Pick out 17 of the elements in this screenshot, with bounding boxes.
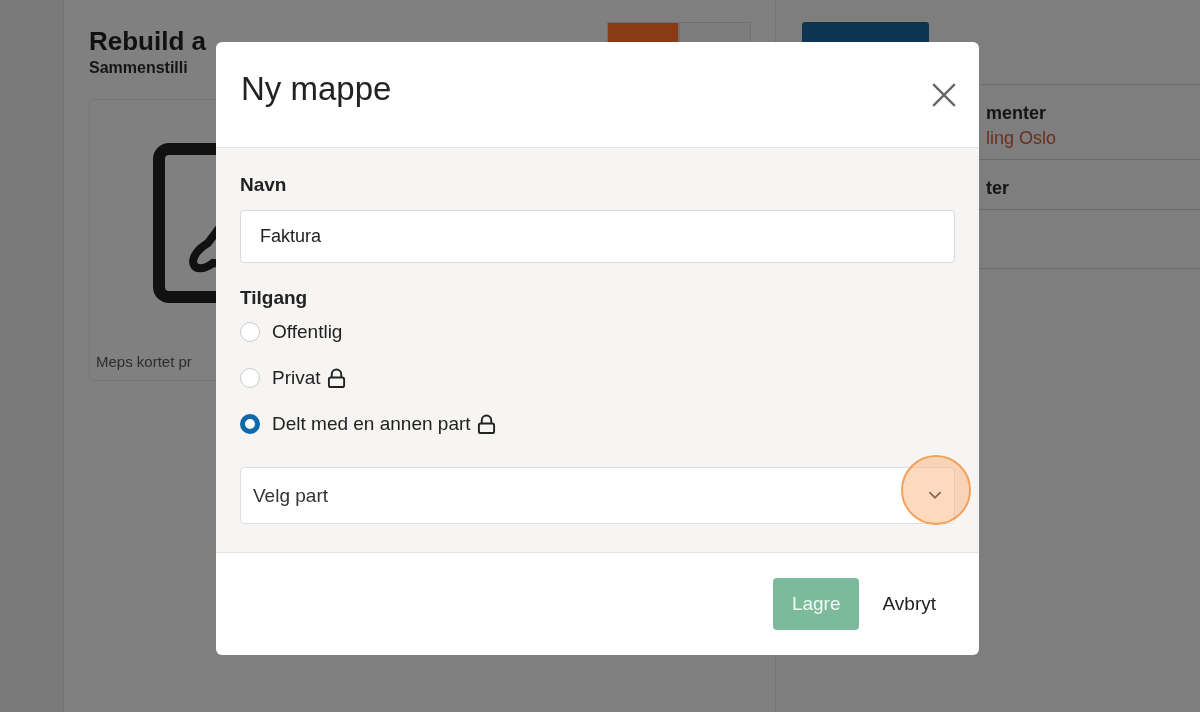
page-title: Rebuild a bbox=[89, 26, 206, 57]
name-input[interactable]: Faktura bbox=[240, 210, 955, 263]
close-icon[interactable] bbox=[931, 81, 957, 108]
chevron-down-icon bbox=[928, 491, 942, 500]
panel-item-title: ter bbox=[986, 178, 1010, 199]
card-caption: Meps kortet pr bbox=[96, 353, 192, 370]
option-label[interactable]: Offentlig bbox=[272, 321, 343, 343]
radio-button[interactable] bbox=[240, 414, 260, 434]
field-label: Tilgang bbox=[240, 287, 309, 309]
panel-item-title: menter bbox=[986, 103, 1048, 124]
party-select[interactable]: Velg part bbox=[240, 467, 955, 524]
option-label[interactable]: Privat bbox=[272, 367, 321, 389]
option-label[interactable]: Delt med en annen part bbox=[272, 413, 471, 435]
page-subtitle: Sammenstilli bbox=[89, 59, 189, 77]
cancel-button[interactable]: Avbryt bbox=[863, 578, 955, 630]
dialog-title: Ny mappe bbox=[241, 69, 392, 108]
field-label: Navn bbox=[240, 174, 288, 196]
